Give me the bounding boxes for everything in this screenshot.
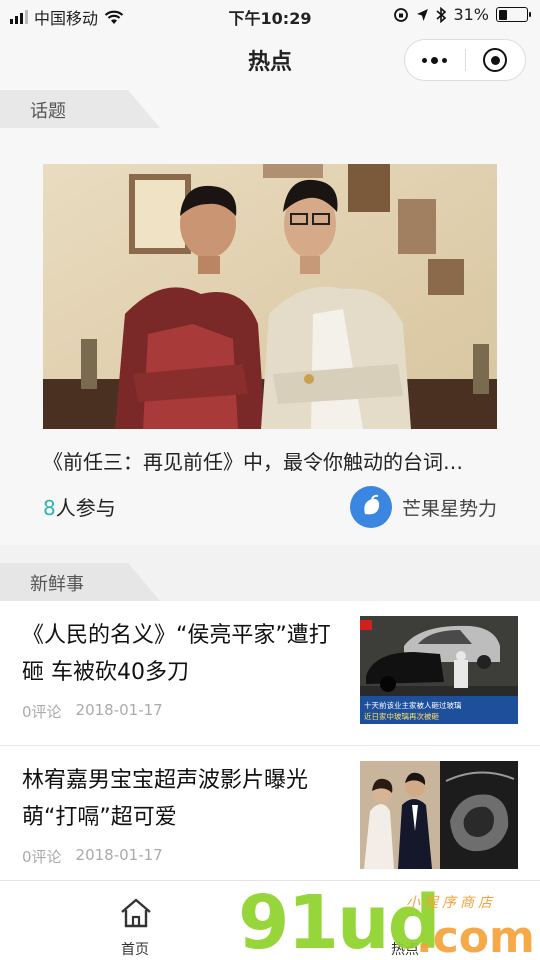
battery-level (498, 9, 507, 20)
tab-home-label: 首页 (121, 942, 149, 958)
news-item[interactable]: 《人民的名义》“侯亮平家”遭打砸 车被砍40多刀 0评论 2018-01-17 … (0, 601, 540, 746)
tab-hot-label: 热点 (391, 942, 419, 958)
source-name: 芒果星势力 (401, 497, 497, 520)
news-meta: 0评论 2018-01-17 (22, 846, 163, 867)
navigation-bar: 热点 (0, 30, 540, 90)
topic-image[interactable] (43, 164, 497, 429)
topic-card[interactable]: 《前任三：再见前任》中，最令你触动的台词… 8人参与 芒果星势力 (0, 128, 540, 545)
tab-home[interactable]: 首页 (0, 881, 270, 960)
close-miniprogram-button[interactable] (466, 40, 526, 80)
news-thumbnail[interactable]: 十天前该业主家被人砸过玻璃 近日家中玻璃再次被砸 (360, 616, 518, 724)
thumb-caption-2: 近日家中玻璃再次被砸 (364, 711, 439, 721)
topic-photo (43, 164, 497, 429)
tab-hot[interactable]: 热点 (270, 881, 540, 960)
participants-count: 8人参与 (43, 492, 116, 521)
news-title[interactable]: 林宥嘉男宝宝超声波影片曝光 萌“打嗝”超可爱 (22, 762, 347, 836)
participants-number: 8 (43, 496, 56, 520)
topic-section-title: 话题 (0, 90, 160, 128)
news-thumb-photo: 十天前该业主家被人砸过玻璃 近日家中玻璃再次被砸 (360, 616, 518, 724)
rotation-lock-icon (394, 7, 409, 22)
news-section-title: 新鲜事 (0, 563, 160, 601)
topic-meta: 8人参与 芒果星势力 (43, 486, 497, 528)
bluetooth-icon (436, 6, 447, 23)
miniprogram-capsule (404, 39, 526, 81)
news-thumb-photo (360, 761, 518, 869)
more-dots-icon (422, 56, 448, 64)
status-bar: 中国移动 下午10:29 31% (0, 0, 540, 30)
comment-count: 0评论 (22, 703, 62, 721)
home-icon (121, 898, 151, 928)
news-title[interactable]: 《人民的名义》“侯亮平家”遭打砸 车被砍40多刀 (22, 617, 347, 691)
target-icon (483, 48, 508, 72)
topic-title[interactable]: 《前任三：再见前任》中，最令你触动的台词… (43, 446, 513, 475)
news-meta: 0评论 2018-01-17 (22, 701, 163, 722)
news-date: 2018-01-17 (75, 846, 163, 864)
topic-source[interactable]: 芒果星势力 (349, 486, 497, 528)
news-section-header: 新鲜事 (0, 563, 540, 601)
battery-icon (496, 7, 531, 22)
participants-suffix: 人参与 (55, 496, 116, 520)
mango-avatar-icon (349, 486, 392, 528)
news-list: 《人民的名义》“侯亮平家”遭打砸 车被砍40多刀 0评论 2018-01-17 … (0, 601, 540, 891)
news-date: 2018-01-17 (75, 701, 163, 719)
battery-percent: 31% (453, 5, 489, 24)
news-item[interactable]: 林宥嘉男宝宝超声波影片曝光 萌“打嗝”超可爱 0评论 2018-01-17 (0, 746, 540, 891)
more-button[interactable] (405, 40, 465, 80)
thumb-caption-1: 十天前该业主家被人砸过玻璃 (364, 700, 462, 710)
location-icon (417, 8, 429, 21)
tab-bar: 首页 热点 (0, 880, 540, 960)
status-right: 31% (393, 5, 531, 24)
comment-count: 0评论 (22, 848, 62, 866)
news-thumbnail[interactable] (360, 761, 518, 869)
topic-section-header: 话题 (0, 90, 540, 128)
